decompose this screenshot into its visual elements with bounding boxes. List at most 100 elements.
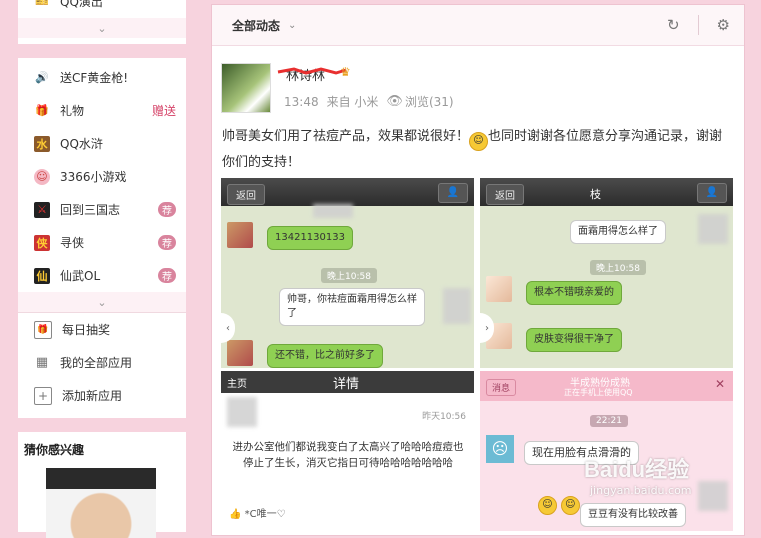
plus-box-icon: + (34, 386, 52, 405)
grin-emoji-icon: ☺ (469, 132, 489, 151)
app-label: 寻侠 (60, 236, 85, 250)
blurred-avatar (227, 397, 257, 427)
refresh-icon[interactable]: ↻ (667, 16, 680, 34)
detail-title: 详情 (333, 377, 360, 392)
chat-avatar (227, 340, 253, 366)
app-label: 礼物 (60, 104, 85, 118)
prev-image-button[interactable]: ‹ (221, 313, 235, 343)
thumb-up-icon: 👍 (229, 509, 242, 520)
app-label: 送CF黄金枪! (60, 71, 129, 85)
redaction-scribble (277, 67, 347, 75)
app-item-cf[interactable]: 🔊 送CF黄金枪! (18, 61, 186, 94)
chat-bubble: 皮肤变得很干净了 (526, 328, 622, 352)
blurred-avatar (443, 288, 471, 324)
recommend-badge: 荐 (158, 235, 176, 250)
recommend-badge: 荐 (158, 268, 176, 283)
chevron-down-icon: ⌄ (97, 21, 107, 35)
app-item-xunxia[interactable]: 侠 寻侠 荐 (18, 226, 186, 259)
detail-time: 昨天10:56 (422, 412, 466, 422)
blurred-avatar (313, 204, 353, 218)
post-text-part1: 帅哥美女们用了祛痘产品，效果都说很好！ (222, 129, 470, 144)
back-button: 返回 (227, 184, 265, 205)
chat-bubble: 还不错，比之前好多了 (267, 344, 383, 368)
emoji-pair: ☺ ☺ (538, 493, 580, 515)
interest-title: 猜你感兴趣 (24, 443, 85, 457)
watermark-url: jingyan.baidu.com (590, 484, 692, 497)
app-label: 仙武OL (60, 269, 101, 283)
send-gift-link[interactable]: 赠送 (152, 102, 176, 119)
apps-panel: 🔊 送CF黄金枪! 🎁 礼物 赠送 水 QQ水浒 ☺ 3366小游戏 ⚔ 回到三… (18, 58, 186, 418)
post-image-1[interactable]: 返回 👤 13421130133 晚上10:58 帅哥，你祛痘面霜用得怎么样了 … (221, 178, 474, 368)
xunxia-icon: 侠 (34, 234, 50, 251)
game-3366-icon: ☺ (34, 168, 50, 185)
tool-label: 我的全部应用 (60, 356, 133, 370)
blurred-avatar (698, 214, 728, 244)
gift-icon: 🎁 (35, 104, 49, 117)
chat-avatar (227, 222, 253, 248)
daily-lottery-item[interactable]: 🎁 每日抽奖 (18, 313, 186, 346)
feed-filter-dropdown[interactable]: 全部动态 (232, 17, 280, 34)
post-image-2[interactable]: 返回 枝 👤 面霜用得怎么样了 晚上10:58 根本不错哦亲爱的 皮肤变得很干净… (480, 178, 733, 368)
expand-chevron[interactable]: ⌄ (18, 18, 186, 38)
app-item-gift[interactable]: 🎁 礼物 赠送 (18, 94, 186, 127)
chat-time: 晚上10:58 (590, 260, 646, 275)
app-label: 回到三国志 (60, 203, 121, 217)
gear-icon[interactable]: ⚙ (717, 16, 730, 34)
all-apps-item[interactable]: ▦ 我的全部应用 (18, 346, 186, 379)
post-source: 来自 小米 (326, 95, 379, 109)
grin-emoji-icon: ☺ (560, 496, 580, 515)
chat-bubble: 13421130133 (267, 226, 353, 250)
suggested-user-photo[interactable] (46, 468, 156, 538)
chat-time: 晚上10:58 (321, 268, 377, 283)
left-top-panel: 🎫 QQ演出 ⌄ (18, 0, 186, 44)
post-image-4[interactable]: 消息 半成熟份成熟 正在手机上使用QQ ✕ 22:21 ☹ 现在用脸有点滑滑的 … (480, 371, 733, 531)
detail-footer-text: *C唯一♡ (244, 509, 286, 520)
post-text: 帅哥美女们用了祛痘产品，效果都说很好！ ☺ 也同时谢谢各位愿意分享沟通记录，谢谢你们… (222, 125, 732, 174)
eye-icon: 👁 (386, 94, 403, 109)
ticket-icon: 🎫 (35, 0, 49, 8)
blurred-avatar (698, 481, 728, 511)
app-item-shuihu[interactable]: 水 QQ水浒 (18, 127, 186, 160)
chat-topbar: 返回 👤 (221, 178, 474, 206)
detail-footer: 👍 *C唯一♡ (229, 505, 286, 520)
speaker-icon: 🔊 (35, 71, 49, 84)
chevron-down-icon: ⌄ (97, 295, 107, 309)
grid-icon: ▦ (35, 355, 49, 370)
tool-label: 每日抽奖 (62, 323, 111, 337)
detail-body: 进办公室他们都说我变白了太高兴了哈哈哈痘痘也停止了生长，消灭它指日可待哈哈哈哈哈… (232, 441, 464, 469)
app-label: QQ水浒 (60, 137, 103, 151)
gift-outline-icon: 🎁 (34, 320, 52, 339)
post-meta: 13:48 来自 小米 👁 浏览(31) (284, 93, 454, 110)
sword-icon: ⚔ (34, 201, 50, 218)
app-item-sanguo[interactable]: ⚔ 回到三国志 荐 (18, 193, 186, 226)
chat-bubble: 面霜用得怎么样了 (570, 220, 666, 244)
close-icon: ✕ (714, 377, 725, 391)
chat-title: 枝 (590, 188, 601, 201)
chevron-down-icon[interactable]: ⌄ (288, 20, 296, 31)
post-image-3[interactable]: 主页 详情 昨天10:56 进办公室他们都说我变白了太高兴了哈哈哈痘痘也停止了生… (221, 371, 474, 531)
chat-bubble: 帅哥，你祛痘面霜用得怎么样了 (279, 288, 425, 326)
chat-avatar (486, 276, 512, 302)
sidebar-item-qq-show[interactable]: 🎫 QQ演出 (18, 0, 186, 9)
recommend-badge: 荐 (158, 202, 176, 217)
app-item-xianwu[interactable]: 仙 仙武OL 荐 (18, 259, 186, 292)
detail-topbar: 主页 详情 (221, 371, 474, 393)
xianwu-icon: 仙 (34, 267, 50, 284)
back-button: 消息 (486, 379, 517, 396)
divider (697, 15, 699, 35)
qq-shuihu-icon: 水 (34, 135, 50, 152)
post-views: 浏览(31) (404, 95, 454, 109)
chat-bubble: 根本不错哦亲爱的 (526, 281, 622, 305)
qq-topbar: 消息 半成熟份成熟 正在手机上使用QQ ✕ (480, 371, 733, 401)
add-app-item[interactable]: + 添加新应用 (18, 379, 186, 412)
app-label: 3366小游戏 (60, 170, 127, 184)
grin-emoji-icon: ☺ (538, 496, 557, 515)
vip-icon: ♛ (340, 65, 351, 79)
feed-header: 全部动态 ⌄ ↻ ⚙ (212, 5, 744, 46)
app-item-3366[interactable]: ☺ 3366小游戏 (18, 160, 186, 193)
author-avatar[interactable] (221, 63, 271, 113)
tool-label: 添加新应用 (62, 389, 123, 403)
chat-bubble: 豆豆有没有比较改善 (580, 503, 686, 527)
expand-apps-chevron[interactable]: ⌄ (18, 292, 186, 312)
chat-time: 22:21 (590, 415, 628, 427)
